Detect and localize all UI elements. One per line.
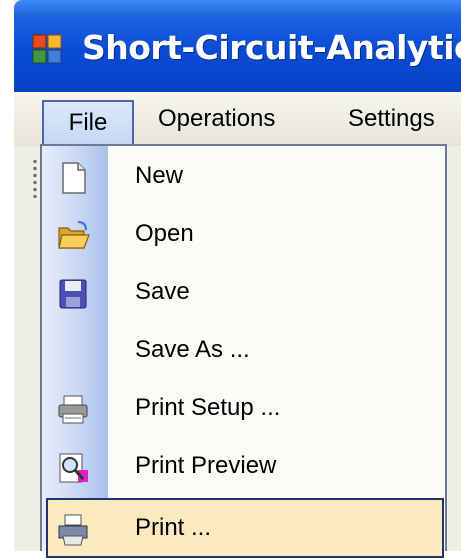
menu-item-save[interactable]: Save — [42, 266, 445, 324]
app-window: Short-Circuit-Analytic File Operations S… — [14, 0, 461, 558]
open-folder-icon — [58, 221, 90, 249]
save-disk-icon — [59, 279, 87, 309]
menu-item-open[interactable]: Open — [42, 208, 445, 266]
menu-item-save-as[interactable]: Save As ... — [42, 324, 445, 382]
toolbar-grip[interactable] — [32, 158, 38, 198]
menu-item-label: Save — [135, 278, 190, 305]
file-dropdown-menu: New Open Save Save As ... Print Setup ..… — [40, 144, 447, 558]
menu-item-label: New — [135, 162, 184, 189]
menu-settings[interactable]: Settings — [348, 104, 435, 136]
printer-setup-icon — [58, 395, 88, 424]
menu-item-label: Print Setup ... — [135, 394, 281, 421]
menu-bar: File Operations Settings — [14, 92, 461, 146]
menu-operations[interactable]: Operations — [158, 104, 275, 136]
window-title: Short-Circuit-Analytic — [82, 28, 461, 67]
menu-item-print-preview[interactable]: Print Preview — [42, 440, 445, 498]
printer-icon — [58, 514, 88, 546]
app-icon — [32, 34, 62, 64]
menu-item-label: Save As ... — [135, 336, 250, 363]
title-bar[interactable]: Short-Circuit-Analytic — [14, 0, 461, 92]
new-document-icon — [62, 162, 86, 194]
print-preview-icon — [59, 453, 88, 483]
menu-item-new[interactable]: New — [42, 150, 445, 208]
menu-item-print-setup[interactable]: Print Setup ... — [42, 382, 445, 440]
menu-item-label: Open — [135, 220, 194, 247]
menu-item-label: Print ... — [135, 514, 212, 541]
menu-file[interactable]: File — [42, 100, 134, 146]
menu-item-label: Print Preview — [135, 452, 277, 479]
menu-item-print[interactable]: Print ... — [46, 498, 444, 558]
